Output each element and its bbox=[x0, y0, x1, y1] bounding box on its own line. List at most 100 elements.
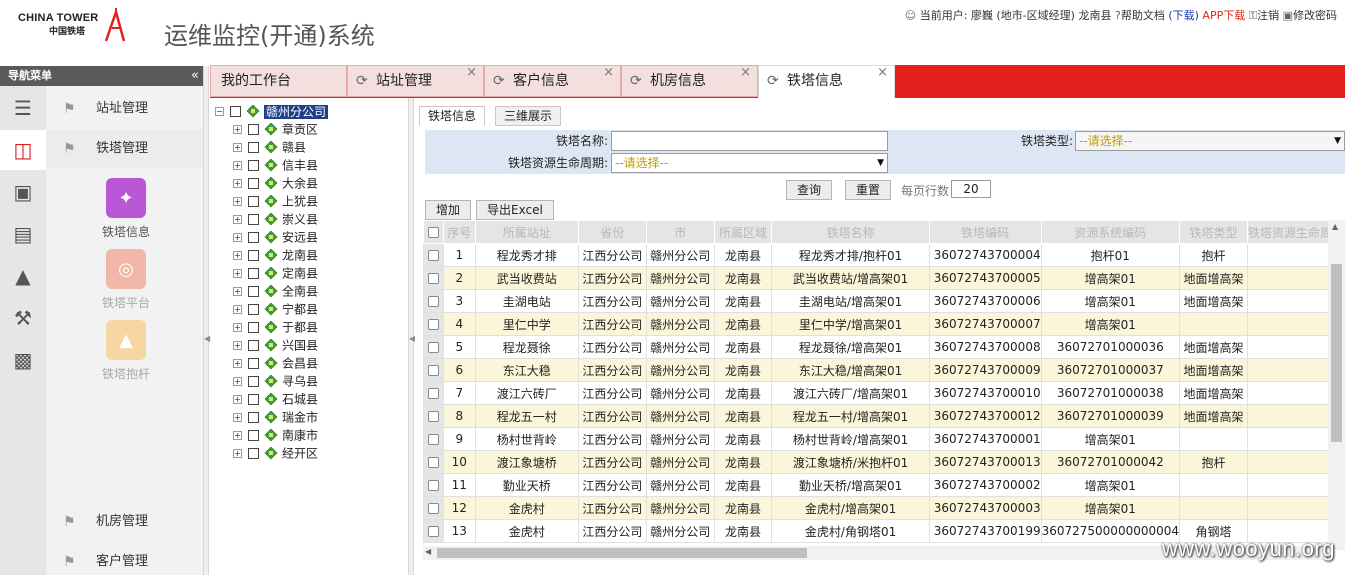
expand-node-icon[interactable]: + bbox=[233, 251, 242, 260]
tab-tower-info[interactable]: ⟳ 铁塔信息 × bbox=[758, 65, 895, 98]
tree-node-label[interactable]: 会昌县 bbox=[282, 357, 318, 371]
tree-node-label[interactable]: 寻乌县 bbox=[282, 375, 318, 389]
column-header[interactable]: 所属站址 bbox=[474, 220, 579, 244]
query-button[interactable]: 查询 bbox=[786, 180, 833, 200]
row-checkbox[interactable] bbox=[427, 250, 439, 261]
tree-node-label[interactable]: 上犹县 bbox=[282, 195, 318, 209]
tower-type-select[interactable]: --请选择-- ▼ bbox=[1075, 131, 1345, 151]
tree-node[interactable]: + 赣县 bbox=[233, 138, 306, 156]
close-icon[interactable]: × bbox=[877, 57, 888, 88]
blocks-icon[interactable]: ▩ bbox=[0, 340, 46, 380]
lifecycle-select[interactable]: --请选择-- ▼ bbox=[611, 153, 888, 173]
tree-node[interactable]: + 安远县 bbox=[233, 228, 318, 246]
database-icon[interactable]: ◫ bbox=[0, 130, 46, 170]
tree-node-label[interactable]: 崇义县 bbox=[282, 213, 318, 227]
tab-customer-info[interactable]: ⟳ 客户信息 × bbox=[484, 65, 621, 97]
app-download-link[interactable]: APP下载 bbox=[1202, 9, 1245, 22]
expand-node-icon[interactable]: + bbox=[233, 341, 242, 350]
column-header[interactable]: 铁塔编码 bbox=[928, 220, 1042, 244]
tree-node[interactable]: + 石城县 bbox=[233, 390, 318, 408]
tree-node-label[interactable]: 定南县 bbox=[282, 267, 318, 281]
expand-node-icon[interactable]: + bbox=[233, 323, 242, 332]
table-row[interactable]: 10 渡江象塘桥 江西分公司 赣州分公司 龙南县 渡江象塘桥/米抱杆01 360727437… bbox=[423, 450, 1345, 474]
tree-node-checkbox[interactable] bbox=[248, 448, 259, 459]
tree-node[interactable]: + 定南县 bbox=[233, 264, 318, 282]
expand-node-icon[interactable]: + bbox=[233, 431, 242, 440]
sub-item-tower-platform[interactable]: ◎ 铁塔平台 bbox=[96, 249, 156, 311]
tree-node[interactable]: + 寻乌县 bbox=[233, 372, 318, 390]
help-doc-link[interactable]: 帮助文档 bbox=[1121, 9, 1165, 22]
row-checkbox[interactable] bbox=[427, 434, 439, 445]
column-header[interactable]: 所属区域 bbox=[713, 220, 773, 244]
tree-node-checkbox[interactable] bbox=[248, 412, 259, 423]
expand-node-icon[interactable]: + bbox=[233, 413, 242, 422]
tree-node-label[interactable]: 经开区 bbox=[282, 447, 318, 461]
expand-node-icon[interactable]: + bbox=[233, 395, 242, 404]
collapse-node-icon[interactable]: − bbox=[215, 107, 224, 116]
expand-node-icon[interactable]: + bbox=[233, 215, 242, 224]
tree-node-checkbox[interactable] bbox=[248, 268, 259, 279]
row-checkbox[interactable] bbox=[427, 388, 439, 399]
tree-node[interactable]: + 信丰县 bbox=[233, 156, 318, 174]
tree-node-checkbox[interactable] bbox=[248, 376, 259, 387]
row-checkbox[interactable] bbox=[427, 480, 439, 491]
tree-node[interactable]: + 会昌县 bbox=[233, 354, 318, 372]
sub-item-tower-pole[interactable]: ▲ 铁塔抱杆 bbox=[96, 320, 156, 382]
row-checkbox[interactable] bbox=[427, 411, 439, 422]
column-header[interactable]: 铁塔类型 bbox=[1179, 220, 1248, 244]
tree-node-checkbox[interactable] bbox=[248, 304, 259, 315]
expand-node-icon[interactable]: + bbox=[233, 143, 242, 152]
column-header[interactable]: 铁塔名称 bbox=[771, 220, 930, 244]
export-excel-button[interactable]: 导出Excel bbox=[476, 200, 554, 220]
tree-node-checkbox[interactable] bbox=[248, 160, 259, 171]
tree-node-checkbox[interactable] bbox=[230, 106, 241, 117]
tree-node-checkbox[interactable] bbox=[248, 358, 259, 369]
tree-node-checkbox[interactable] bbox=[248, 430, 259, 441]
row-checkbox[interactable] bbox=[427, 503, 439, 514]
tree-node-label[interactable]: 赣县 bbox=[282, 141, 306, 155]
tree-node-label[interactable]: 信丰县 bbox=[282, 159, 318, 173]
row-checkbox[interactable] bbox=[427, 365, 439, 376]
signal-icon[interactable]: ▲ bbox=[0, 256, 46, 296]
table-row[interactable]: 5 程龙聂徐 江西分公司 赣州分公司 龙南县 程龙聂徐/增高架01 360727437000… bbox=[423, 335, 1345, 359]
scroll-left-icon[interactable]: ◀ bbox=[425, 547, 431, 556]
subtab-3d-view[interactable]: 三维展示 bbox=[495, 106, 562, 126]
tab-room-info[interactable]: ⟳ 机房信息 × bbox=[621, 65, 758, 97]
expand-node-icon[interactable]: + bbox=[233, 161, 242, 170]
tree-node[interactable]: + 上犹县 bbox=[233, 192, 318, 210]
laptop-icon[interactable]: ▣ bbox=[0, 172, 46, 212]
table-row[interactable]: 12 金虎村 江西分公司 赣州分公司 龙南县 金虎村/增高架01 3607274370000… bbox=[423, 496, 1345, 520]
tree-node-label[interactable]: 南康市 bbox=[282, 429, 318, 443]
expand-node-icon[interactable]: + bbox=[233, 305, 242, 314]
column-header[interactable]: 序号 bbox=[442, 220, 476, 244]
row-checkbox[interactable] bbox=[427, 526, 439, 537]
tree-node-checkbox[interactable] bbox=[248, 286, 259, 297]
table-row[interactable]: 4 里仁中学 江西分公司 赣州分公司 龙南县 里仁中学/增高架01 360727437000… bbox=[423, 312, 1345, 336]
tree-node-label[interactable]: 瑞金市 bbox=[282, 411, 318, 425]
row-checkbox[interactable] bbox=[427, 296, 439, 307]
tree-splitter[interactable]: ◀ bbox=[408, 66, 415, 575]
tree-node[interactable]: + 章贡区 bbox=[233, 120, 318, 138]
expand-node-icon[interactable]: + bbox=[233, 197, 242, 206]
table-row[interactable]: 1 程龙秀才排 江西分公司 赣州分公司 龙南县 程龙秀才排/抱杆01 36072743700… bbox=[423, 243, 1345, 267]
select-all-checkbox[interactable] bbox=[427, 227, 439, 238]
column-header[interactable]: 省份 bbox=[577, 220, 647, 244]
tree-node[interactable]: + 兴国县 bbox=[233, 336, 318, 354]
nav-section-tower[interactable]: ⚑ 铁塔管理 bbox=[46, 130, 207, 168]
road-sign-icon[interactable]: ▤ bbox=[0, 214, 46, 254]
table-row[interactable]: 8 程龙五一村 江西分公司 赣州分公司 龙南县 程龙五一村/增高架01 3607274370… bbox=[423, 404, 1345, 428]
table-row[interactable]: 3 圭湖电站 江西分公司 赣州分公司 龙南县 圭湖电站/增高架01 360727437000… bbox=[423, 289, 1345, 313]
tree-node-checkbox[interactable] bbox=[248, 250, 259, 261]
nav-section-site[interactable]: ⚑ 站址管理 bbox=[46, 90, 207, 128]
tree-node-label[interactable]: 于都县 bbox=[282, 321, 318, 335]
tree-node[interactable]: + 全南县 bbox=[233, 282, 318, 300]
close-icon[interactable]: × bbox=[603, 57, 614, 88]
refresh-icon[interactable]: ⟳ bbox=[356, 66, 368, 97]
tree-node-checkbox[interactable] bbox=[248, 232, 259, 243]
vertical-scrollbar[interactable]: ▲ bbox=[1328, 220, 1345, 550]
logout-link[interactable]: 注销 bbox=[1257, 9, 1279, 22]
expand-node-icon[interactable]: + bbox=[233, 359, 242, 368]
page-size-input[interactable]: 20 bbox=[951, 180, 991, 198]
collapse-nav-button[interactable]: « bbox=[191, 66, 199, 86]
expand-node-icon[interactable]: + bbox=[233, 179, 242, 188]
